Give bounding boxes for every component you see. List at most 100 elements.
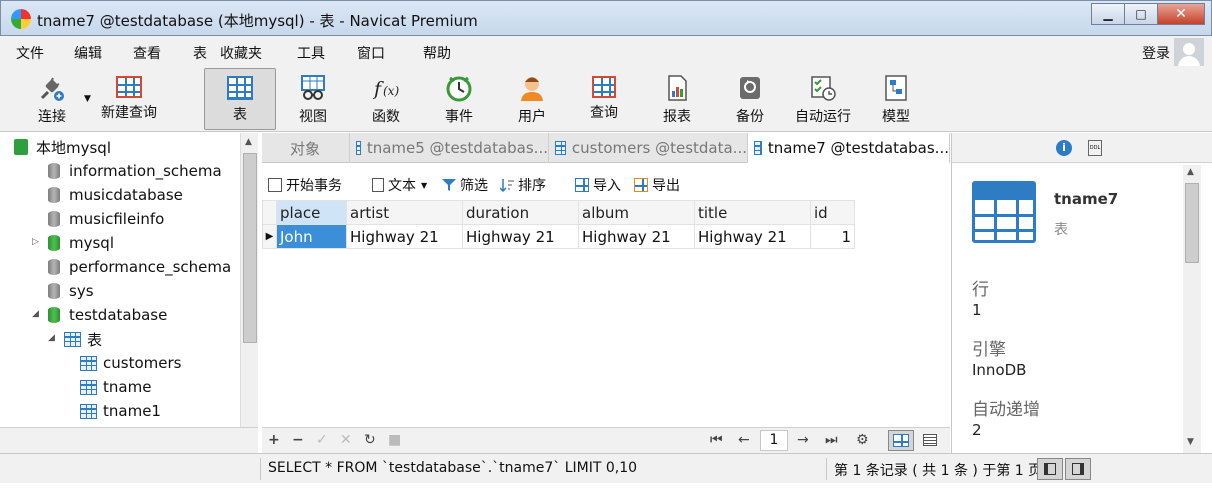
begin-transaction-button[interactable]: 开始事务 [268, 175, 342, 195]
tab-customers[interactable]: customers @testdata... [549, 133, 748, 163]
close-button[interactable]: ✕ [1157, 3, 1205, 25]
page-number-field[interactable]: 1 [760, 430, 788, 451]
previous-page-icon[interactable]: ← [738, 432, 750, 448]
maximize-button[interactable]: □ [1124, 3, 1158, 25]
tree-item-information-schema[interactable]: information_schema [48, 159, 222, 183]
view-button[interactable]: 视图 [277, 68, 349, 130]
scroll-down-icon[interactable]: ▼ [1187, 437, 1194, 447]
menu-file[interactable]: 文件 [16, 43, 44, 63]
sort-icon [499, 178, 514, 193]
tab-objects[interactable]: 对象 [262, 133, 350, 163]
scroll-up-icon[interactable]: ▲ [1187, 167, 1194, 177]
first-page-icon[interactable]: ⏮ [710, 432, 723, 448]
column-header-artist[interactable]: artist [346, 200, 463, 225]
tree-scrollbar[interactable]: ▲ ▼ [240, 133, 258, 453]
user-button[interactable]: 用户 [496, 68, 568, 130]
grid-view-button[interactable] [888, 430, 914, 451]
column-header-duration[interactable]: duration [462, 200, 579, 225]
menu-table[interactable]: 表 [193, 43, 207, 63]
menu-favorites[interactable]: 收藏夹 [220, 43, 262, 63]
connect-dropdown-icon[interactable]: ▼ [84, 94, 91, 104]
menu-window[interactable]: 窗口 [357, 43, 385, 63]
tree-item-sys[interactable]: sys [48, 279, 94, 303]
tree-item-tables[interactable]: 表 [64, 327, 102, 351]
collapse-arrow-icon[interactable]: ◢ [32, 309, 39, 319]
cell-place[interactable]: John [276, 224, 347, 249]
tab-tname7[interactable]: tname7 @testdatabas... [748, 133, 950, 163]
avatar[interactable] [1174, 38, 1204, 68]
info-icon[interactable]: i [1056, 140, 1072, 156]
status-divider [260, 458, 261, 480]
new-query-button[interactable]: 新建查询 [93, 68, 165, 130]
tree-item-musicdatabase[interactable]: musicdatabase [48, 183, 183, 207]
next-page-icon[interactable]: → [797, 432, 809, 448]
menu-view[interactable]: 查看 [133, 43, 161, 63]
import-label: 导入 [593, 178, 621, 194]
cell-artist[interactable]: Highway 21 [346, 224, 463, 249]
stop-icon[interactable]: ■ [388, 432, 401, 448]
toggle-left-pane-button[interactable] [1037, 458, 1063, 480]
ddl-icon[interactable]: DDL [1088, 140, 1102, 156]
table-row[interactable]: ▶ John Highway 21 Highway 21 Highway 21 … [262, 224, 855, 249]
connect-button[interactable]: 连接 [16, 68, 88, 130]
tree-item-label: 表 [87, 330, 103, 349]
form-view-button[interactable] [917, 430, 943, 451]
minimize-button[interactable]: ▁ [1091, 3, 1125, 25]
column-header-album[interactable]: album [578, 200, 695, 225]
report-button[interactable]: 报表 [641, 68, 713, 130]
toggle-right-pane-button[interactable] [1065, 458, 1091, 480]
import-icon [575, 178, 589, 192]
query-button[interactable]: 查询 [568, 68, 640, 130]
tree-item-label: mysql [69, 234, 114, 252]
login-link[interactable]: 登录 [1142, 43, 1170, 63]
model-button[interactable]: 模型 [860, 68, 932, 130]
scrollbar-thumb[interactable] [243, 153, 257, 343]
gear-icon[interactable]: ⚙ [856, 432, 869, 448]
collapse-arrow-icon[interactable]: ◢ [48, 333, 55, 343]
last-page-icon[interactable]: ⏭ [825, 432, 838, 448]
automation-button[interactable]: 自动运行 [787, 68, 859, 130]
text-button[interactable]: 文本 ▼ [372, 175, 427, 195]
right-pane-icon [1072, 463, 1084, 475]
menu-edit[interactable]: 编辑 [74, 43, 102, 63]
event-button[interactable]: 事件 [423, 68, 495, 130]
tree-item-tname1[interactable]: tname1 [80, 399, 161, 423]
delete-record-icon[interactable]: − [292, 432, 304, 448]
tab-tname5[interactable]: tname5 @testdatabas... [350, 133, 549, 163]
refresh-icon[interactable]: ↻ [364, 432, 376, 448]
expand-arrow-icon[interactable]: ▷ [32, 237, 39, 247]
column-header-id[interactable]: id [810, 200, 855, 225]
sort-label: 排序 [518, 178, 546, 194]
tree-item-customers[interactable]: customers [80, 351, 181, 375]
table-button[interactable]: 表 [204, 68, 276, 130]
discard-changes-icon[interactable]: ✕ [340, 432, 352, 448]
database-icon [48, 235, 60, 251]
menu-tools[interactable]: 工具 [297, 43, 325, 63]
scrollbar-thumb[interactable] [1185, 183, 1199, 263]
scroll-up-icon[interactable]: ▲ [245, 137, 252, 147]
view-label: 视图 [299, 109, 327, 125]
menu-help[interactable]: 帮助 [423, 43, 451, 63]
backup-button[interactable]: 备份 [714, 68, 786, 130]
column-header-title[interactable]: title [694, 200, 811, 225]
function-button[interactable]: f (x) 函数 [350, 68, 422, 130]
current-row-marker-icon[interactable]: ▶ [262, 224, 277, 249]
cell-album[interactable]: Highway 21 [578, 224, 695, 249]
add-record-icon[interactable]: + [268, 432, 280, 448]
apply-changes-icon[interactable]: ✓ [316, 432, 328, 448]
export-button[interactable]: 导出 [634, 175, 680, 195]
tree-item-mysql[interactable]: mysql [48, 231, 114, 255]
sort-button[interactable]: 排序 [499, 175, 546, 195]
filter-button[interactable]: 筛选 [442, 175, 488, 195]
cell-title[interactable]: Highway 21 [694, 224, 811, 249]
tree-item-tname[interactable]: tname [80, 375, 151, 399]
tree-item-testdatabase[interactable]: testdatabase [48, 303, 167, 327]
tree-item-musicfileinfo[interactable]: musicfileinfo [48, 207, 164, 231]
cell-duration[interactable]: Highway 21 [462, 224, 579, 249]
tree-item-local-mysql[interactable]: 本地mysql [14, 135, 111, 159]
info-scrollbar[interactable]: ▲ ▼ [1183, 165, 1201, 453]
column-header-place[interactable]: place [276, 200, 347, 225]
cell-id[interactable]: 1 [810, 224, 855, 249]
tree-item-performance-schema[interactable]: performance_schema [48, 255, 231, 279]
import-button[interactable]: 导入 [575, 175, 621, 195]
